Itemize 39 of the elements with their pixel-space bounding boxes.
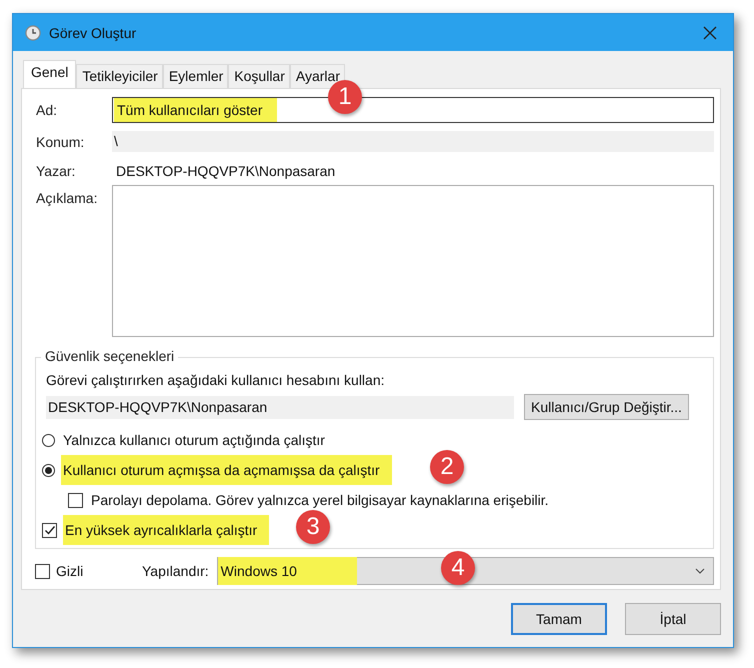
group-title: Güvenlik seçenekleri [41,348,178,364]
checkbox[interactable] [68,492,83,508]
dropdown-value: Windows 10 [218,557,357,585]
radio-button[interactable] [42,464,55,476]
tab[interactable]: Ayarlar [290,64,345,88]
tab[interactable]: Koşullar [228,64,290,88]
option-label: Yalnızca kullanıcı oturum açtığında çalıştır [63,432,325,448]
checkbox[interactable] [42,522,57,538]
option-label: Kullanıcı oturum açmışsa da açmamışsa da çalıştır [63,462,380,478]
option-label: En yüksek ayrıcalıklarla çalıştır [65,522,258,538]
description-field[interactable] [112,185,714,337]
tab[interactable]: Tetikleyiciler [76,64,163,88]
radio-option[interactable]: Kullanıcı oturum açmışsa da açmamışsa da çalıştır [61,455,392,485]
radio-option[interactable]: Yalnızca kullanıcı oturum açtığında çalıştır [61,427,330,453]
dialog-button[interactable]: İptal [625,603,721,635]
checkbox-option[interactable]: Parolayı depolama. Görev yalnızca yerel bilgisayar kaynaklarına erişebilir. [89,487,554,513]
option-label: Parolayı depolama. Görev yalnızca yerel bilgisayar kaynaklarına erişebilir. [91,492,549,508]
radio-button[interactable] [42,434,55,446]
caret-icon [695,568,705,574]
checkbox[interactable] [35,564,50,578]
dialog-button[interactable]: Tamam [511,603,607,635]
tab[interactable]: Genel [23,60,76,88]
field-label: Ad: [36,102,58,118]
field-label: Yapılandır: [142,563,209,579]
checkbox-label: Gizli [56,563,84,579]
checkbox-option[interactable]: En yüksek ayrıcalıklarla çalıştır [63,515,270,545]
field-value: Tüm kullanıcıları göster [114,98,276,122]
tab[interactable]: Eylemler [162,64,228,88]
field-label: Yazar: [36,163,76,179]
window-title: Görev Oluştur [49,24,136,40]
field-label: Açıklama: [36,190,98,206]
location-field: \ [112,131,714,152]
close-icon[interactable] [703,26,717,40]
field-label: Konum: [36,134,86,150]
account-field: DESKTOP-HQQVP7K\Nonpasaran [46,396,514,418]
prompt-text: Görevi çalıştırırken aşağıdaki kullanıcı hesabını kullan: [46,372,386,388]
clock-icon [25,24,41,40]
author-value: DESKTOP-HQQVP7K\Nonpasaran [115,163,336,179]
change-user-button[interactable]: Kullanıcı/Grup Değiştir... [524,394,689,420]
